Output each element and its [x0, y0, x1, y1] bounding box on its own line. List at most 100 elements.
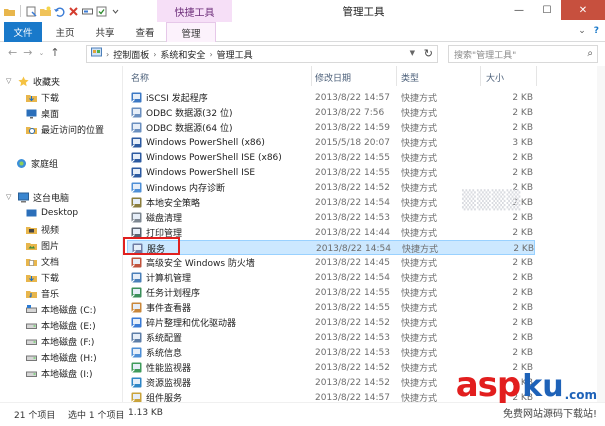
nav-favorites-label: 收藏夹 — [33, 77, 61, 88]
file-row[interactable]: 任务计划程序 2013/8/22 14:55 快捷方式 2 KB — [127, 285, 535, 300]
undo-icon[interactable] — [54, 6, 65, 17]
shortcut-icon — [131, 197, 142, 208]
file-row[interactable]: 系统信息 2013/8/22 14:53 快捷方式 2 KB — [127, 345, 535, 360]
search-input[interactable]: 搜索"管理工具" ⌕ — [448, 45, 598, 63]
file-type: 快捷方式 — [401, 139, 438, 149]
column-header-size[interactable]: 大小 — [486, 68, 504, 86]
search-icon[interactable]: ⌕ — [587, 48, 593, 59]
checkbox-icon[interactable] — [96, 6, 107, 17]
expand-chevron-icon[interactable]: ▽ — [6, 193, 14, 201]
column-divider[interactable] — [536, 66, 537, 86]
address-history-chevron-icon[interactable]: ▼ — [410, 49, 415, 57]
new-folder-icon[interactable] — [40, 6, 51, 17]
file-row[interactable]: 碎片整理和优化驱动器 2013/8/22 14:52 快捷方式 2 KB — [127, 315, 535, 330]
file-row[interactable]: ODBC 数据源(64 位) 2013/8/22 14:59 快捷方式 2 KB — [127, 120, 535, 135]
file-row[interactable]: Windows PowerShell ISE 2013/8/22 14:55 快捷方… — [127, 165, 535, 180]
tab-home[interactable]: 主页 — [46, 22, 84, 42]
file-row[interactable]: iSCSI 发起程序 2013/8/22 14:57 快捷方式 2 KB — [127, 90, 535, 105]
file-row[interactable]: 打印管理 2013/8/22 14:44 快捷方式 2 KB — [127, 225, 535, 240]
file-size: 2 KB — [513, 243, 534, 254]
file-type: 快捷方式 — [401, 199, 438, 209]
nav-item-drive-i[interactable]: 本地磁盘 (I:) — [26, 366, 93, 380]
nav-item-drive-e[interactable]: 本地磁盘 (E:) — [26, 318, 96, 332]
breadcrumb-admin-tools[interactable]: 管理工具 — [217, 48, 253, 61]
column-header-date[interactable]: 修改日期 — [315, 68, 351, 86]
nav-item-recent[interactable]: 最近访问的位置 — [26, 122, 104, 136]
file-type: 快捷方式 — [401, 274, 438, 284]
chevron-down-icon[interactable] — [110, 6, 121, 17]
file-date: 2013/8/22 14:52 — [315, 182, 390, 193]
tab-manage[interactable]: 管理 — [166, 22, 216, 42]
column-divider[interactable] — [480, 66, 481, 86]
file-size: 2 KB — [512, 227, 533, 238]
file-name: 碎片整理和优化驱动器 — [146, 319, 237, 329]
refresh-icon[interactable]: ↻ — [424, 47, 433, 60]
file-type: 快捷方式 — [401, 169, 438, 179]
desktop-icon — [26, 108, 37, 119]
address-bar[interactable]: › 控制面板 › 系统和安全 › 管理工具 ▼ ↻ — [86, 45, 438, 63]
file-name-cell: Windows 内存诊断 — [131, 180, 225, 195]
window-controls: — ☐ ✕ — [505, 0, 605, 22]
file-date: 2013/8/22 14:54 — [315, 197, 390, 208]
expand-ribbon-icon[interactable]: ⌄ — [578, 26, 586, 36]
tab-view[interactable]: 查看 — [126, 22, 164, 42]
nav-this-pc[interactable]: ▽ 这台电脑 — [6, 190, 69, 204]
recent-locations-chevron-icon[interactable]: ⌄ — [38, 49, 44, 57]
breadcrumb-control-panel[interactable]: 控制面板 — [113, 48, 149, 61]
column-divider[interactable] — [311, 66, 312, 86]
file-row[interactable]: 系统配置 2013/8/22 14:53 快捷方式 2 KB — [127, 330, 535, 345]
file-row[interactable]: ODBC 数据源(32 位) 2013/8/22 7:56 快捷方式 2 KB — [127, 105, 535, 120]
file-row[interactable]: 磁盘清理 2013/8/22 14:53 快捷方式 2 KB — [127, 210, 535, 225]
nav-item-drive-h[interactable]: 本地磁盘 (H:) — [26, 350, 97, 364]
nav-item-drive-c[interactable]: 本地磁盘 (C:) — [26, 302, 96, 316]
nav-item-desktop[interactable]: Desktop — [26, 206, 78, 220]
status-selection: 选中 1 个项目 — [68, 411, 125, 421]
nav-homegroup[interactable]: 家庭组 — [16, 156, 58, 170]
expand-chevron-icon[interactable]: ▽ — [6, 77, 14, 85]
nav-item-desktop-fav[interactable]: 桌面 — [26, 106, 59, 120]
file-date: 2013/8/22 14:52 — [315, 377, 390, 388]
properties-icon[interactable] — [26, 6, 37, 17]
back-arrow-icon[interactable]: ← — [8, 46, 17, 59]
breadcrumb-system-security[interactable]: 系统和安全 — [160, 48, 205, 61]
nav-item-pictures[interactable]: 图片 — [26, 238, 59, 252]
nav-item-documents[interactable]: 文档 — [26, 254, 59, 268]
minimize-button[interactable]: — — [505, 0, 533, 20]
delete-icon[interactable] — [68, 6, 79, 17]
file-type: 快捷方式 — [401, 184, 438, 194]
nav-item-label: 图片 — [41, 241, 60, 252]
column-header-name[interactable]: 名称 — [131, 68, 149, 86]
tab-file[interactable]: 文件 — [4, 22, 42, 42]
computer-icon — [18, 192, 29, 203]
nav-item-downloads[interactable]: 下载 — [26, 270, 59, 284]
file-row[interactable]: 计算机管理 2013/8/22 14:54 快捷方式 2 KB — [127, 270, 535, 285]
rename-icon[interactable] — [82, 6, 93, 17]
file-row[interactable]: 高级安全 Windows 防火墙 2013/8/22 14:45 快捷方式 2 KB — [127, 255, 535, 270]
maximize-button[interactable]: ☐ — [533, 0, 561, 20]
help-button[interactable]: ? — [594, 26, 599, 36]
nav-item-drive-f[interactable]: 本地磁盘 (F:) — [26, 334, 94, 348]
vertical-scrollbar[interactable] — [597, 66, 605, 402]
close-button[interactable]: ✕ — [561, 0, 605, 20]
nav-item-music[interactable]: 音乐 — [26, 286, 59, 300]
forward-arrow-icon[interactable]: → — [23, 46, 32, 59]
watermark-subtitle: 免费网站源码下载站! — [502, 405, 597, 420]
file-row[interactable]: 服务 2013/8/22 14:54 快捷方式 2 KB — [127, 240, 535, 255]
file-row[interactable]: Windows PowerShell ISE (x86) 2013/8/22 14… — [127, 150, 535, 165]
shortcut-icon — [131, 317, 142, 328]
tab-share[interactable]: 共享 — [86, 22, 124, 42]
file-row[interactable]: Windows PowerShell (x86) 2015/5/18 20:07 快… — [127, 135, 535, 150]
address-row: ← → ⌄ ↑ › 控制面板 › 系统和安全 › 管理工具 ▼ ↻ 搜索"管理工… — [0, 43, 605, 65]
file-name-cell: Windows PowerShell ISE — [131, 165, 255, 180]
folder-icon[interactable] — [4, 6, 15, 17]
file-date: 2013/8/22 14:52 — [315, 362, 390, 373]
up-arrow-icon[interactable]: ↑ — [50, 46, 59, 59]
column-header-type[interactable]: 类型 — [401, 68, 419, 86]
nav-item-downloads-fav[interactable]: 下载 — [26, 90, 59, 104]
file-row[interactable]: 事件查看器 2013/8/22 14:55 快捷方式 2 KB — [127, 300, 535, 315]
column-divider[interactable] — [396, 66, 397, 86]
file-date: 2013/8/22 14:54 — [315, 272, 390, 283]
nav-favorites[interactable]: ▽ 收藏夹 — [6, 74, 60, 88]
nav-item-videos[interactable]: 视频 — [26, 222, 59, 236]
file-type: 快捷方式 — [401, 319, 438, 329]
